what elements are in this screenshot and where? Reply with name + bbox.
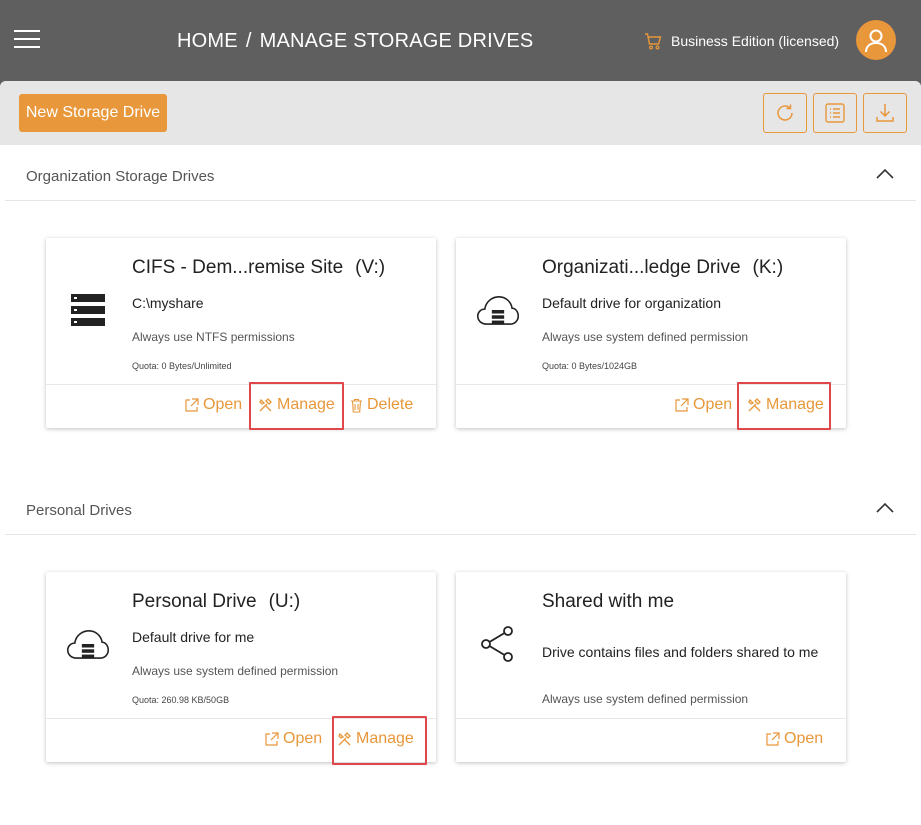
drive-path: C:\myshare [132, 295, 204, 311]
server-stack-icon [66, 288, 110, 332]
avatar[interactable] [856, 20, 896, 60]
drive-description: Drive contains files and folders shared … [542, 644, 819, 660]
open-button[interactable]: Open [184, 396, 242, 414]
page-title: MANAGE STORAGE DRIVES [259, 30, 534, 52]
section-title: Personal Drives [26, 502, 132, 519]
user-icon [865, 29, 887, 53]
drive-permission: Always use NTFS permissions [132, 330, 295, 344]
section-personal-drives: Personal Drives [5, 479, 916, 535]
chevron-up-icon[interactable] [876, 501, 894, 513]
breadcrumb-separator: / [245, 30, 252, 52]
refresh-icon [777, 104, 793, 121]
edition-label: Business Edition (licensed) [671, 33, 840, 49]
download-button[interactable] [863, 93, 907, 133]
top-bar: HOME / MANAGE STORAGE DRIVES Business Edit… [0, 0, 921, 81]
share-icon [476, 622, 520, 666]
drive-name: Personal Drive (U:) [132, 591, 301, 612]
drive-description: Default drive for me [132, 629, 255, 645]
download-icon [876, 104, 894, 122]
open-button[interactable]: Open [264, 730, 322, 748]
main-panel: New Storage Drive Organization Storage D… [0, 81, 921, 825]
trash-icon [351, 398, 362, 413]
breadcrumb: HOME / MANAGE STORAGE DRIVES [177, 30, 533, 53]
section-title: Organization Storage Drives [26, 168, 215, 185]
list-view-icon [825, 103, 845, 123]
card-divider [46, 384, 436, 385]
open-button[interactable]: Open [674, 396, 732, 414]
drive-permission: Always use system defined permission [132, 664, 339, 678]
drive-quota: Quota: 260.98 KB/50GB [132, 695, 230, 705]
drive-permission: Always use system defined permission [542, 330, 749, 344]
drive-card-shared: Shared with me Drive contains files and … [456, 572, 846, 762]
drive-permission: Always use system defined permission [542, 692, 749, 706]
breadcrumb-home[interactable]: HOME [177, 30, 238, 52]
drive-quota: Quota: 0 Bytes/Unlimited [132, 361, 232, 371]
section-organization-drives: Organization Storage Drives [5, 145, 916, 201]
open-button[interactable]: Open [765, 730, 823, 748]
cloud-storage-icon [66, 622, 110, 666]
refresh-button[interactable] [763, 93, 807, 133]
highlight-box [332, 716, 427, 765]
cart-icon [645, 33, 662, 50]
chevron-up-icon[interactable] [876, 167, 894, 179]
drive-name: Shared with me [542, 591, 675, 612]
list-view-button[interactable] [813, 93, 857, 133]
drive-quota: Quota: 0 Bytes/1024GB [542, 361, 638, 371]
edition-badge[interactable]: Business Edition (licensed) [643, 31, 839, 51]
external-link-icon [675, 397, 689, 412]
drive-name: Organizati...ledge Drive (K:) [542, 257, 784, 278]
new-storage-drive-button[interactable]: New Storage Drive [19, 94, 167, 132]
delete-button[interactable]: Delete [350, 396, 413, 414]
external-link-icon [265, 731, 279, 746]
drive-description: Default drive for organization [542, 295, 721, 311]
toolbar: New Storage Drive [0, 81, 921, 145]
menu-icon[interactable] [14, 30, 40, 50]
drive-name: CIFS - Dem...remise Site (V:) [132, 257, 386, 278]
highlight-box [249, 382, 344, 430]
cloud-storage-icon [476, 288, 520, 332]
external-link-icon [185, 397, 199, 412]
external-link-icon [766, 731, 780, 746]
drive-card-cifs: CIFS - Dem...remise Site (V:) C:\myshare … [46, 238, 436, 428]
card-divider [456, 718, 846, 719]
highlight-box [737, 382, 831, 430]
